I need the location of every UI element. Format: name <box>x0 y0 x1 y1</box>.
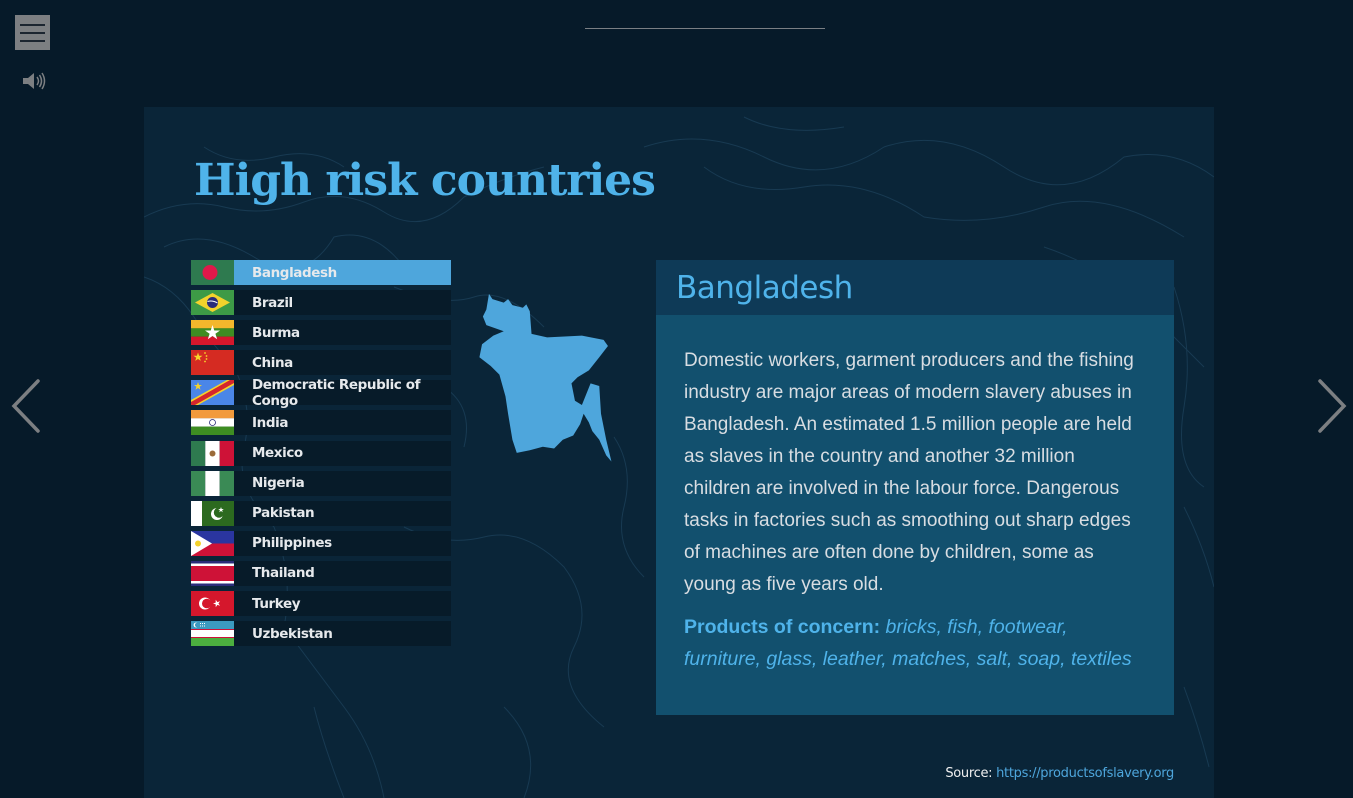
country-item-bangladesh[interactable]: Bangladesh <box>191 260 451 285</box>
speaker-volume-icon <box>23 72 46 90</box>
source-label: Source: <box>945 766 993 781</box>
info-header: Bangladesh <box>656 260 1174 315</box>
page-title: High risk countries <box>194 155 656 206</box>
country-item-pakistan[interactable]: Pakistan <box>191 500 451 526</box>
bangladesh-map-shape <box>479 293 612 462</box>
country-name: Nigeria <box>252 475 305 492</box>
turkey-flag-icon <box>191 591 234 617</box>
country-name: India <box>252 414 289 431</box>
country-name: Burma <box>252 324 300 341</box>
info-country-title: Bangladesh <box>676 269 853 306</box>
slide-container: High risk countries Bangladesh Brazil Burm… <box>144 107 1214 798</box>
menu-line <box>20 31 45 34</box>
country-list: Bangladesh Brazil Burma China Democratic Rep… <box>191 260 451 651</box>
china-flag-icon <box>191 350 234 376</box>
products-label: Products of concern: <box>684 616 881 638</box>
country-item-turkey[interactable]: Turkey <box>191 591 451 617</box>
bangladesh-flag-icon <box>191 260 234 285</box>
country-item-drc[interactable]: Democratic Republic of Congo <box>191 377 451 409</box>
country-description: Domestic workers, garment producers and … <box>684 350 1134 595</box>
menu-line <box>20 39 45 42</box>
brazil-flag-icon <box>191 290 234 316</box>
mexico-flag-icon <box>191 440 234 466</box>
thailand-flag-icon <box>191 560 234 586</box>
menu-button[interactable] <box>15 15 50 50</box>
country-name: Uzbekistan <box>252 625 333 642</box>
country-item-china[interactable]: China <box>191 350 451 376</box>
country-item-burma[interactable]: Burma <box>191 320 451 346</box>
previous-slide-button[interactable] <box>8 376 42 436</box>
country-item-india[interactable]: India <box>191 410 451 436</box>
source-citation: Source: https://productsofslavery.org <box>945 766 1174 781</box>
info-body[interactable]: Domestic workers, garment producers and … <box>656 315 1174 675</box>
products-of-concern: Products of concern: bricks, fish, footw… <box>684 611 1146 675</box>
country-name: Philippines <box>252 535 332 552</box>
chevron-left-icon <box>11 379 40 433</box>
drc-flag-icon <box>191 380 234 406</box>
country-item-nigeria[interactable]: Nigeria <box>191 470 451 496</box>
country-item-thailand[interactable]: Thailand <box>191 560 451 586</box>
audio-button[interactable] <box>22 70 48 92</box>
country-name: Turkey <box>252 595 301 612</box>
country-name: Pakistan <box>252 505 315 522</box>
country-info-panel: Bangladesh Domestic workers, garment pro… <box>656 260 1174 715</box>
chevron-right-icon <box>1318 379 1347 433</box>
nigeria-flag-icon <box>191 470 234 496</box>
country-item-brazil[interactable]: Brazil <box>191 290 451 316</box>
uzbekistan-flag-icon <box>191 621 234 647</box>
country-name: Thailand <box>252 565 315 582</box>
philippines-flag-icon <box>191 530 234 556</box>
country-name: Mexico <box>252 445 303 462</box>
pakistan-flag-icon <box>191 500 234 526</box>
country-item-philippines[interactable]: Philippines <box>191 530 451 556</box>
progress-line <box>585 28 825 29</box>
country-item-mexico[interactable]: Mexico <box>191 440 451 466</box>
country-item-uzbekistan[interactable]: Uzbekistan <box>191 621 451 647</box>
source-link[interactable]: https://productsofslavery.org <box>996 766 1174 781</box>
country-name: Brazil <box>252 294 293 311</box>
next-slide-button[interactable] <box>1314 376 1348 436</box>
burma-flag-icon <box>191 320 234 346</box>
country-name: Bangladesh <box>252 264 337 281</box>
country-name: Democratic Republic of Congo <box>252 376 421 409</box>
india-flag-icon <box>191 410 234 436</box>
country-name: China <box>252 354 293 371</box>
hamburger-menu-icon <box>20 23 45 26</box>
